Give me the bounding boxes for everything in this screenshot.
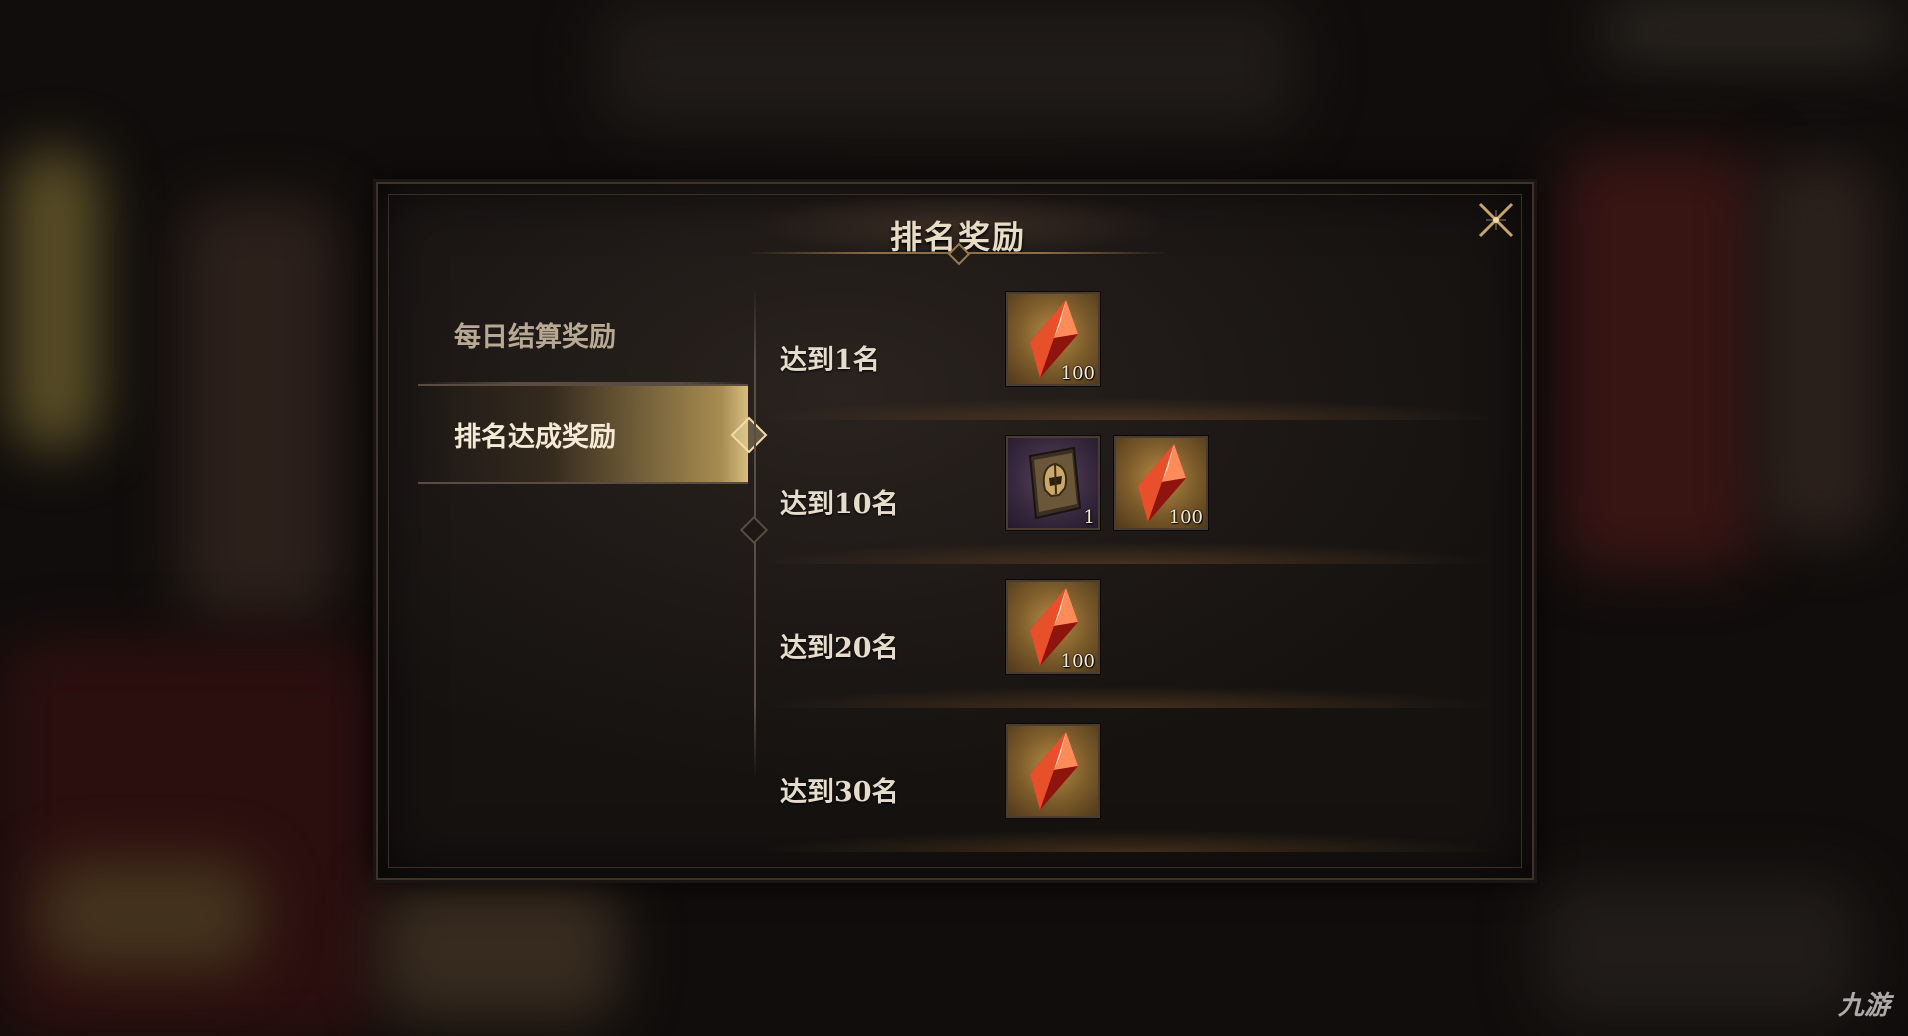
watermark-logo: 九游 bbox=[1837, 991, 1890, 1021]
ranking-reward-dialog: 排名奖励 每日结算奖励 排名达成奖励 达到1名 100 达到10名 1 100 … bbox=[376, 182, 1534, 880]
rank-label: 达到1名 bbox=[780, 345, 880, 376]
rank-label: 达到20名 bbox=[780, 633, 899, 664]
item-count: 1 bbox=[1083, 507, 1095, 528]
red-crystal-icon bbox=[1030, 732, 1078, 810]
reward-row: 达到10名 1 100 bbox=[758, 420, 1498, 564]
tab-label: 每日结算奖励 bbox=[454, 321, 616, 353]
rank-label: 达到10名 bbox=[780, 489, 899, 520]
reward-item[interactable] bbox=[1006, 724, 1100, 818]
reward-list[interactable]: 达到1名 100 达到10名 1 100 达到20名 100 达到30名 bbox=[758, 276, 1498, 866]
item-count: 100 bbox=[1168, 507, 1203, 528]
rank-label: 达到30名 bbox=[780, 777, 899, 808]
tab-daily-settlement-reward[interactable]: 每日结算奖励 bbox=[418, 284, 748, 384]
item-count: 100 bbox=[1060, 651, 1095, 672]
tab-rank-achievement-reward[interactable]: 排名达成奖励 bbox=[418, 384, 768, 484]
dialog-header: 排名奖励 bbox=[748, 198, 1168, 266]
reward-row: 达到30名 bbox=[758, 708, 1498, 852]
reward-row: 达到20名 100 bbox=[758, 564, 1498, 708]
reward-item[interactable]: 100 bbox=[1006, 292, 1100, 386]
reward-item[interactable]: 100 bbox=[1114, 436, 1208, 530]
reward-item[interactable]: 1 bbox=[1006, 436, 1100, 530]
close-button[interactable] bbox=[1472, 196, 1520, 244]
item-count: 100 bbox=[1060, 363, 1095, 384]
reward-row: 达到1名 100 bbox=[758, 276, 1498, 420]
reward-tabs: 每日结算奖励 排名达成奖励 bbox=[418, 284, 768, 484]
reward-item[interactable]: 100 bbox=[1006, 580, 1100, 674]
close-x-icon bbox=[1478, 202, 1514, 238]
tab-label: 排名达成奖励 bbox=[454, 421, 616, 453]
